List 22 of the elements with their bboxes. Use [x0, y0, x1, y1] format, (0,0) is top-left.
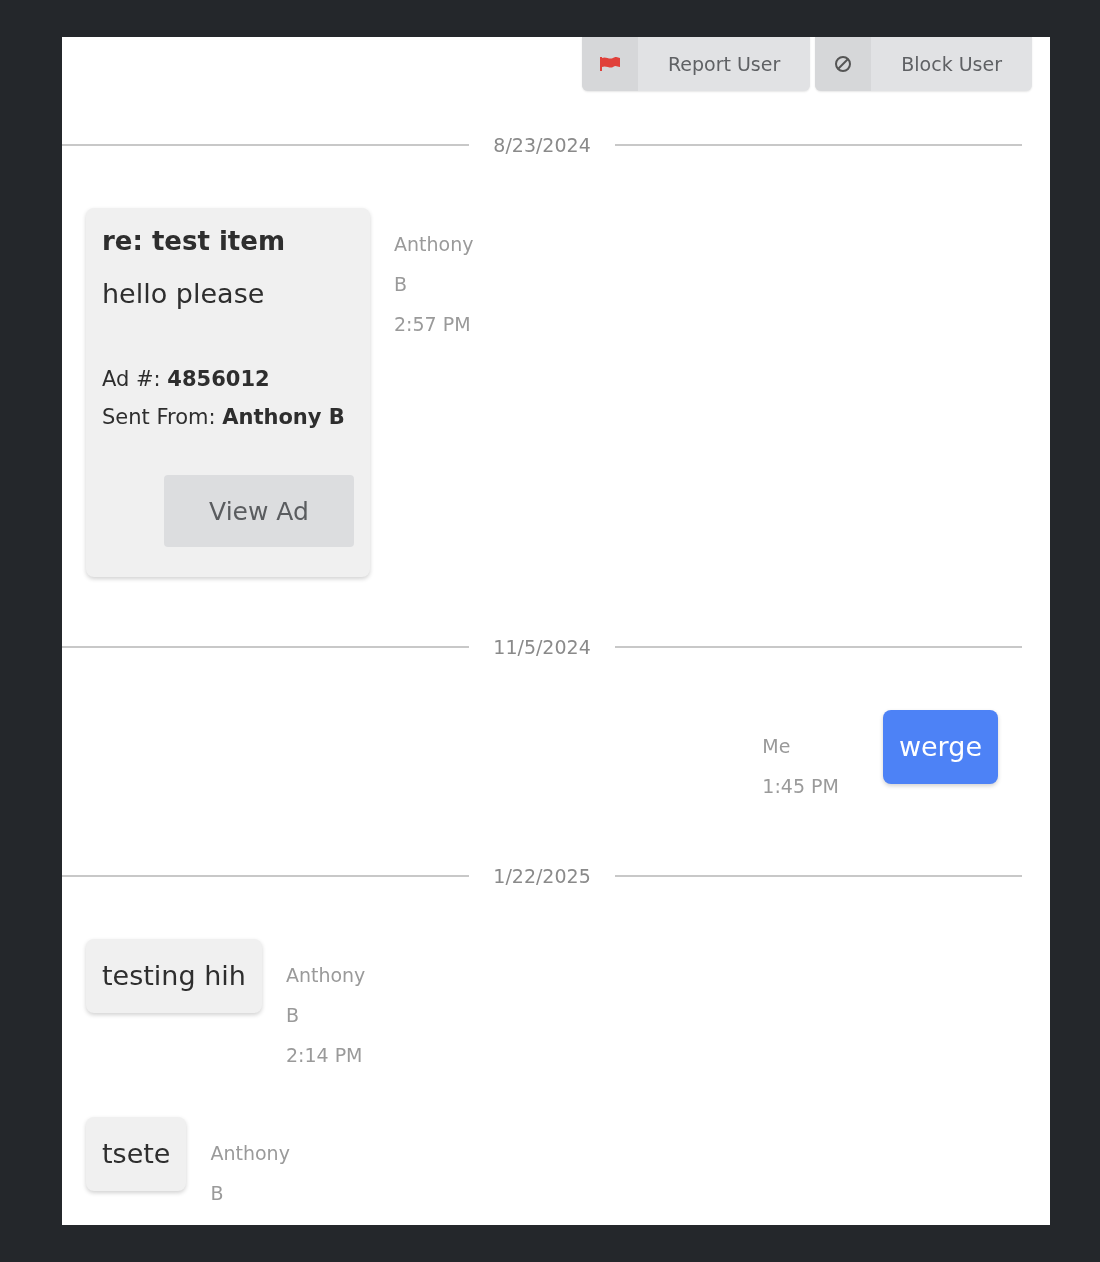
date-separator: 11/5/2024	[492, 636, 592, 658]
message-time: 2:14 PM	[285, 1043, 364, 1068]
sender-name: Me	[762, 734, 792, 759]
ad-number: Ad #: 4856012	[102, 367, 271, 391]
block-icon	[834, 55, 853, 73]
flag-icon	[598, 56, 621, 72]
message-text: tsete	[102, 1138, 171, 1169]
block-user-button[interactable]: Block User	[815, 37, 1032, 91]
message-text: hello please	[102, 278, 266, 309]
date-separator: 1/22/2025	[492, 865, 592, 887]
message-text: werge	[898, 731, 982, 762]
sender-name: Anthony B	[210, 1141, 290, 1206]
report-user-button[interactable]: Report User	[581, 37, 811, 91]
sender-name: Anthony B	[285, 963, 366, 1028]
view-ad-button[interactable]: View Ad	[164, 475, 354, 547]
message-time: 2:57 PM	[394, 312, 472, 337]
sent-from: Sent From: Anthony B	[102, 405, 346, 429]
sender-name: Anthony B	[394, 232, 474, 297]
date-separator: 8/23/2024	[492, 134, 592, 156]
message-title: re: test item	[102, 226, 286, 256]
message-text: testing hih	[102, 960, 246, 991]
message-time: 1:45 PM	[762, 774, 839, 799]
